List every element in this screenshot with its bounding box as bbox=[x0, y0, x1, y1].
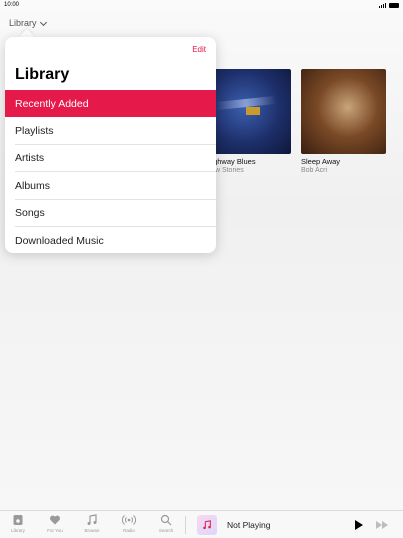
album-card-highway-blues[interactable]: Highway Blues New Stories bbox=[206, 69, 291, 174]
album-card-sleep-away[interactable]: Sleep Away Bob Acri bbox=[301, 69, 386, 174]
battery-icon bbox=[389, 2, 399, 8]
popover-title: Library bbox=[15, 66, 70, 83]
chevron-down-icon bbox=[39, 18, 47, 26]
now-playing-artwork[interactable] bbox=[197, 515, 217, 535]
signal-icon bbox=[379, 2, 386, 8]
status-time: 10:00 bbox=[4, 2, 20, 8]
menu-item-recently-added[interactable]: Recently Added bbox=[5, 90, 216, 118]
album-title: Sleep Away bbox=[301, 157, 341, 166]
tab-search[interactable]: Search bbox=[148, 514, 184, 533]
library-dropdown[interactable]: Library bbox=[9, 18, 47, 28]
tab-browse[interactable]: Browse bbox=[74, 514, 110, 533]
album-artist: New Stories bbox=[206, 167, 244, 174]
album-art bbox=[301, 69, 386, 154]
library-icon bbox=[13, 515, 23, 525]
menu-item-songs[interactable]: Songs bbox=[5, 200, 216, 228]
library-popover: Edit Library Recently Added Playlists Ar… bbox=[5, 37, 216, 253]
album-art bbox=[206, 69, 291, 154]
menu-item-downloaded-music[interactable]: Downloaded Music bbox=[5, 227, 216, 253]
music-note-icon bbox=[87, 514, 97, 525]
menu-item-albums[interactable]: Albums bbox=[5, 172, 216, 200]
tab-label: Library bbox=[11, 528, 25, 533]
tab-label: Browse bbox=[84, 528, 100, 533]
tab-library[interactable]: Library bbox=[0, 514, 36, 533]
menu-item-playlists[interactable]: Playlists bbox=[5, 117, 216, 146]
tab-radio[interactable]: Radio bbox=[111, 514, 147, 533]
nav-title-label: Library bbox=[9, 18, 37, 28]
menu-item-artists[interactable]: Artists bbox=[5, 145, 216, 173]
search-icon bbox=[160, 514, 172, 526]
play-icon[interactable] bbox=[355, 520, 363, 530]
fast-forward-icon[interactable] bbox=[376, 521, 388, 529]
tab-for-you[interactable]: For You bbox=[37, 514, 73, 533]
radio-icon bbox=[122, 515, 136, 525]
status-indicators bbox=[379, 2, 399, 8]
album-artist: Bob Acri bbox=[301, 167, 328, 174]
now-playing-label[interactable]: Not Playing bbox=[227, 520, 270, 530]
library-menu: Recently Added Playlists Artists Albums … bbox=[5, 90, 216, 253]
edit-button[interactable]: Edit bbox=[192, 45, 206, 54]
tab-label: For You bbox=[47, 528, 63, 533]
tab-label: Radio bbox=[123, 528, 135, 533]
tab-bar: Library For You Browse Radio Search Not … bbox=[0, 510, 403, 538]
album-title: Highway Blues bbox=[206, 157, 256, 166]
heart-icon bbox=[49, 515, 61, 525]
tab-divider bbox=[185, 516, 186, 534]
music-note-icon bbox=[203, 520, 211, 530]
status-bar: 10:00 bbox=[0, 0, 403, 10]
tab-label: Search bbox=[158, 528, 174, 533]
